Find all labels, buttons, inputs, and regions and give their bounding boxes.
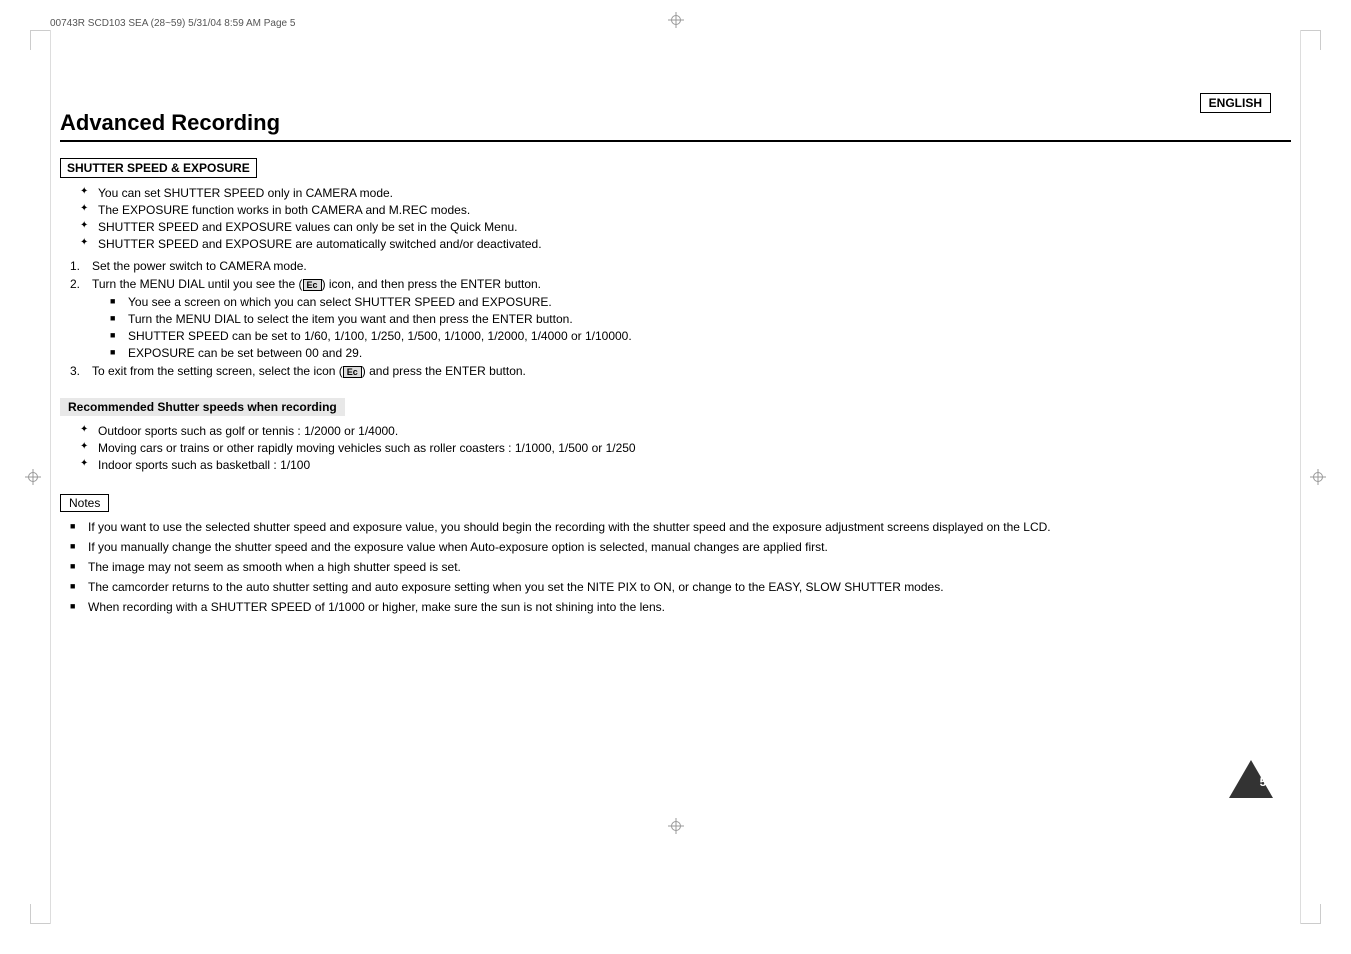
list-item: SHUTTER SPEED and EXPOSURE values can on… — [80, 220, 1291, 234]
step-3: 3. To exit from the setting screen, sele… — [70, 364, 1291, 378]
edge-rule-right — [1300, 30, 1301, 924]
list-item: Moving cars or trains or other rapidly m… — [80, 441, 1291, 455]
notes-label: Notes — [60, 494, 109, 512]
header-code: 00743R SCD103 SEA (28~59) 5/31/04 8:59 A… — [50, 18, 295, 29]
list-item: Outdoor sports such as golf or tennis : … — [80, 424, 1291, 438]
step-text: To exit from the setting screen, select … — [92, 364, 526, 378]
list-item: SHUTTER SPEED and EXPOSURE are automatic… — [80, 237, 1291, 251]
corner-mark-tl — [30, 30, 50, 50]
section2-cross-list: Outdoor sports such as golf or tennis : … — [80, 424, 1291, 472]
step-text: Turn the MENU DIAL until you see the (Ec… — [92, 277, 541, 291]
menu-icon: Ec — [303, 279, 322, 291]
section1-heading: SHUTTER SPEED & EXPOSURE — [60, 158, 257, 178]
crosshair-top — [668, 12, 684, 28]
step-num: 1. — [70, 259, 80, 273]
corner-mark-br — [1301, 904, 1321, 924]
step-num: 3. — [70, 364, 80, 378]
main-content: Advanced Recording SHUTTER SPEED & EXPOS… — [60, 110, 1291, 620]
crosshair-left — [25, 469, 41, 485]
step-1: 1. Set the power switch to CAMERA mode. — [70, 259, 1291, 273]
step-text: Set the power switch to CAMERA mode. — [92, 259, 307, 273]
page-number: 57 — [1260, 775, 1273, 789]
notes-item: If you want to use the selected shutter … — [70, 520, 1291, 534]
list-item: EXPOSURE can be set between 00 and 29. — [110, 346, 1291, 360]
step2-sub-list: You see a screen on which you can select… — [110, 295, 1291, 360]
section2-heading: Recommended Shutter speeds when recordin… — [60, 398, 345, 416]
notes-list: If you want to use the selected shutter … — [70, 520, 1291, 614]
list-item: You can set SHUTTER SPEED only in CAMERA… — [80, 186, 1291, 200]
page-container: 00743R SCD103 SEA (28~59) 5/31/04 8:59 A… — [0, 0, 1351, 954]
list-item: Turn the MENU DIAL to select the item yo… — [110, 312, 1291, 326]
step-num: 2. — [70, 277, 80, 291]
title-rule — [60, 140, 1291, 142]
notes-item: If you manually change the shutter speed… — [70, 540, 1291, 554]
list-item: SHUTTER SPEED can be set to 1/60, 1/100,… — [110, 329, 1291, 343]
list-item: The EXPOSURE function works in both CAME… — [80, 203, 1291, 217]
page-title: Advanced Recording — [60, 110, 1291, 136]
section1-cross-list: You can set SHUTTER SPEED only in CAMERA… — [80, 186, 1291, 251]
corner-mark-bl — [30, 904, 50, 924]
numbered-steps: 1. Set the power switch to CAMERA mode. … — [70, 259, 1291, 378]
corner-mark-tr — [1301, 30, 1321, 50]
menu-icon-2: Ec — [343, 366, 362, 378]
edge-rule-left — [50, 30, 51, 924]
list-item: You see a screen on which you can select… — [110, 295, 1291, 309]
step-2: 2. Turn the MENU DIAL until you see the … — [70, 277, 1291, 360]
notes-item: The camcorder returns to the auto shutte… — [70, 580, 1291, 594]
list-item: Indoor sports such as basketball : 1/100 — [80, 458, 1291, 472]
notes-item: When recording with a SHUTTER SPEED of 1… — [70, 600, 1291, 614]
crosshair-right — [1310, 469, 1326, 485]
crosshair-bottom — [668, 818, 684, 834]
notes-item: The image may not seem as smooth when a … — [70, 560, 1291, 574]
